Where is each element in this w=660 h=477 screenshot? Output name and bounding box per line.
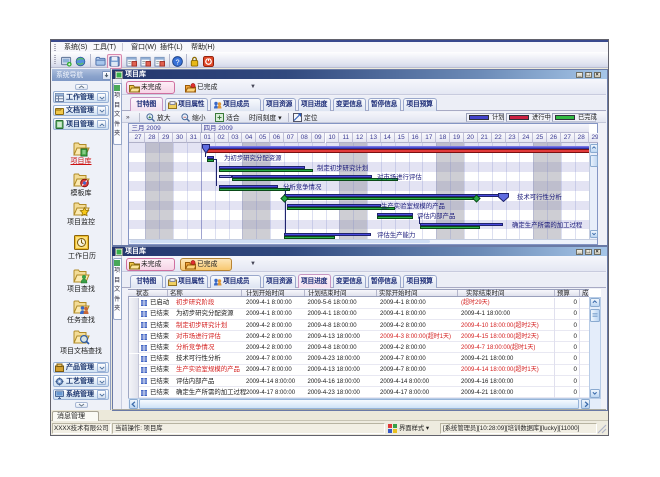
svg-text:+: + bbox=[148, 115, 151, 121]
svg-text:−: − bbox=[183, 115, 186, 121]
svg-text:?: ? bbox=[175, 57, 179, 66]
